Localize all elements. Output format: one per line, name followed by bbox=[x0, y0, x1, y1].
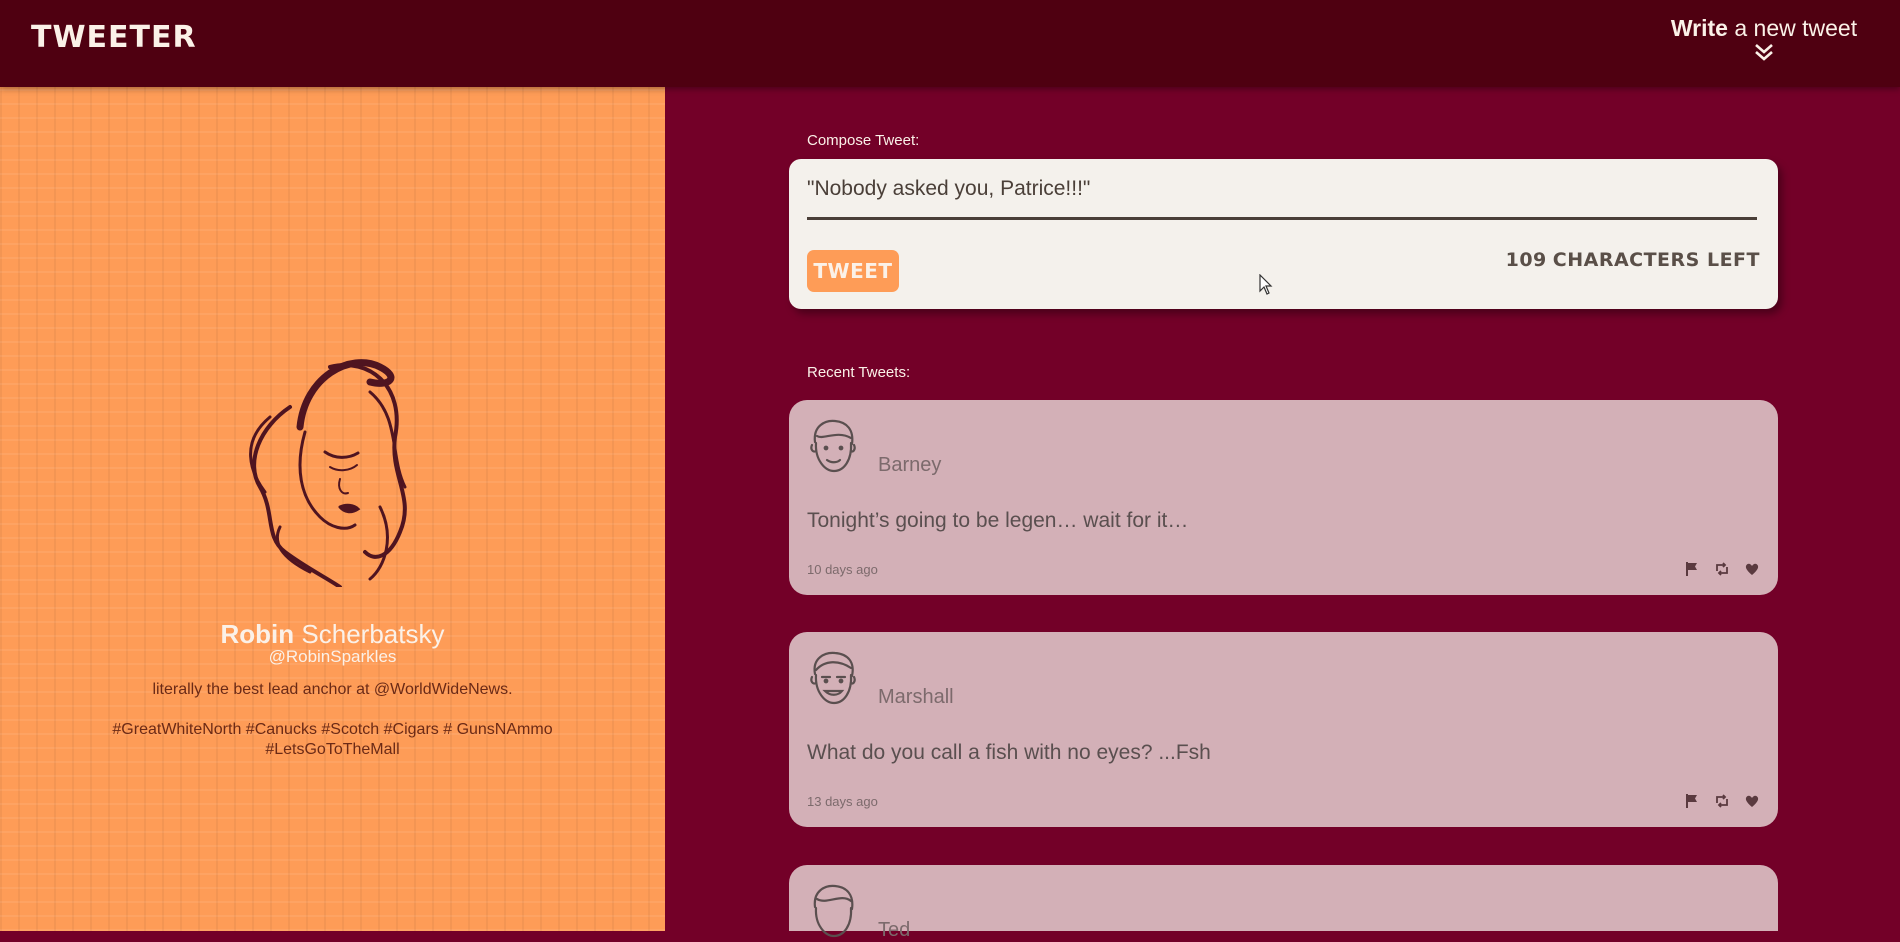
tweet-author[interactable]: Barney bbox=[878, 454, 941, 477]
tweet-actions bbox=[1684, 561, 1760, 577]
tweet-text: What do you call a fish with no eyes? ..… bbox=[807, 741, 1211, 764]
chars-left-label: CHARACTERS LEFT bbox=[1552, 249, 1760, 271]
tweet-actions bbox=[1684, 793, 1760, 809]
compose-textarea[interactable]: "Nobody asked you, Patrice!!!" bbox=[807, 177, 1757, 220]
profile-sidebar: Robin Scherbatsky @RobinSparkles literal… bbox=[0, 87, 665, 931]
write-new-tweet-button[interactable]: Write a new tweet bbox=[1664, 15, 1864, 62]
top-navigation-bar: TWEETER Write a new tweet bbox=[0, 0, 1900, 87]
heart-icon[interactable] bbox=[1744, 561, 1760, 577]
app-logo: TWEETER bbox=[31, 20, 197, 55]
profile-last-name: Scherbatsky bbox=[301, 619, 445, 649]
tweet-author[interactable]: Marshall bbox=[878, 686, 954, 709]
profile-handle: @RobinSparkles bbox=[268, 647, 397, 666]
double-chevron-down-icon[interactable] bbox=[1752, 42, 1776, 62]
retweet-icon[interactable] bbox=[1714, 793, 1730, 809]
tweet-button[interactable]: TWEET bbox=[807, 250, 899, 292]
flag-icon[interactable] bbox=[1684, 793, 1700, 809]
write-label-rest: a new tweet bbox=[1727, 15, 1858, 41]
woman-portrait-icon bbox=[249, 359, 407, 587]
profile-first-name: Robin bbox=[220, 619, 295, 649]
write-label-bold: Write bbox=[1670, 15, 1728, 41]
flag-icon[interactable] bbox=[1684, 561, 1700, 577]
tweet-timestamp: 10 days ago bbox=[807, 562, 878, 577]
man-avatar-icon bbox=[810, 419, 856, 473]
tweet-card: Barney Tonight’s going to be legen… wait… bbox=[789, 400, 1778, 595]
compose-tweet-box: "Nobody asked you, Patrice!!!" TWEET 109… bbox=[789, 159, 1778, 309]
profile-hashtags: #GreatWhiteNorth #Canucks #Scotch #Cigar… bbox=[112, 721, 553, 758]
retweet-icon[interactable] bbox=[1714, 561, 1730, 577]
man-avatar-icon bbox=[810, 651, 856, 705]
tweet-card: Ted bbox=[789, 865, 1778, 941]
mouse-cursor-icon bbox=[1259, 274, 1273, 295]
tweet-text: Tonight’s going to be legen… wait for it… bbox=[807, 509, 1189, 532]
compose-label: Compose Tweet: bbox=[807, 132, 920, 149]
recent-tweets-label: Recent Tweets: bbox=[807, 364, 911, 381]
profile-name: Robin Scherbatsky bbox=[0, 619, 665, 650]
tweet-timestamp: 13 days ago bbox=[807, 794, 878, 809]
profile-bio: literally the best lead anchor at @World… bbox=[152, 681, 513, 698]
heart-icon[interactable] bbox=[1744, 793, 1760, 809]
chars-left-number: 109 bbox=[1505, 249, 1547, 271]
tweet-card: Marshall What do you call a fish with no… bbox=[789, 632, 1778, 827]
character-counter: 109 CHARACTERS LEFT bbox=[1506, 249, 1760, 271]
